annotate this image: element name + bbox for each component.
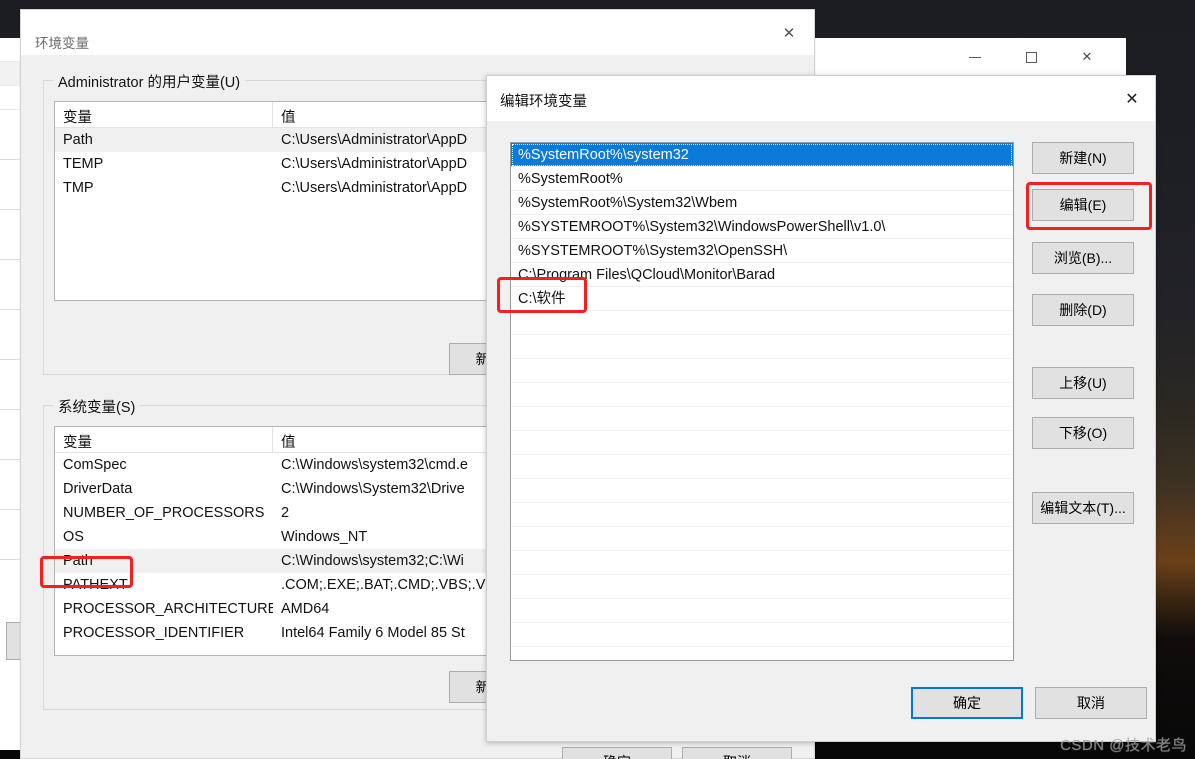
edit-titlebar: 编辑环境变量 ✕ [487, 76, 1155, 121]
list-item-empty[interactable] [511, 359, 1013, 383]
new-button[interactable]: 新建(N) [1032, 142, 1134, 174]
list-item-empty[interactable] [511, 335, 1013, 359]
list-item-empty[interactable] [511, 311, 1013, 335]
list-item[interactable]: C:\Program Files\QCloud\Monitor\Barad [511, 263, 1013, 287]
edit-dialog-title: 编辑环境变量 [500, 94, 587, 110]
list-item[interactable]: %SystemRoot%\System32\Wbem [511, 191, 1013, 215]
edit-environment-variable-dialog: 编辑环境变量 ✕ %SystemRoot%\system32 %SystemRo… [486, 75, 1156, 742]
list-item-empty[interactable] [511, 599, 1013, 623]
list-item-empty[interactable] [511, 503, 1013, 527]
list-item-empty[interactable] [511, 455, 1013, 479]
background-window-right: ✕ [812, 38, 1126, 76]
envvar-titlebar: 环境变量 ✕ [21, 10, 814, 55]
browse-button[interactable]: 浏览(B)... [1032, 242, 1134, 274]
move-down-button[interactable]: 下移(O) [1032, 417, 1134, 449]
list-item-empty[interactable] [511, 623, 1013, 647]
list-item[interactable]: %SYSTEMROOT%\System32\WindowsPowerShell\… [511, 215, 1013, 239]
variable-name: DriverData [63, 481, 133, 497]
envvar-cancel-button[interactable]: 取消 [682, 747, 792, 759]
list-item-empty[interactable] [511, 407, 1013, 431]
column-header-variable[interactable]: 变量 [55, 427, 273, 452]
list-item[interactable]: %SYSTEMROOT%\System32\OpenSSH\ [511, 239, 1013, 263]
envvar-dialog-title: 环境变量 [35, 36, 89, 51]
list-item-empty[interactable] [511, 527, 1013, 551]
variable-name: Path [63, 132, 93, 148]
path-entries-listbox[interactable]: %SystemRoot%\system32 %SystemRoot% %Syst… [510, 142, 1014, 661]
list-item-empty[interactable] [511, 575, 1013, 599]
variable-name: NUMBER_OF_PROCESSORS [63, 505, 265, 521]
variable-name: PROCESSOR_IDENTIFIER [63, 625, 245, 641]
edit-text-button[interactable]: 编辑文本(T)... [1032, 492, 1134, 524]
edit-button[interactable]: 编辑(E) [1032, 189, 1134, 221]
list-item-empty[interactable] [511, 431, 1013, 455]
edit-ok-button[interactable]: 确定 [911, 687, 1023, 719]
variable-name: TMP [63, 180, 94, 196]
delete-button[interactable]: 删除(D) [1032, 294, 1134, 326]
minimize-icon[interactable] [952, 38, 998, 76]
maximize-icon[interactable] [1008, 38, 1054, 76]
list-item-empty[interactable] [511, 383, 1013, 407]
envvar-ok-button[interactable]: 确定 [562, 747, 672, 759]
variable-name: PROCESSOR_ARCHITECTURE [63, 601, 273, 617]
screen-root: ✕ 环境变量 ✕ Administrator 的用户变量(U) 变量 值 Pat… [0, 0, 1195, 759]
move-up-button[interactable]: 上移(U) [1032, 367, 1134, 399]
variable-name: TEMP [63, 156, 104, 172]
variable-name: PATHEXT [63, 577, 128, 593]
edit-cancel-button[interactable]: 取消 [1035, 687, 1147, 719]
column-header-variable[interactable]: 变量 [55, 102, 273, 127]
system-variables-label: 系统变量(S) [53, 396, 141, 417]
close-icon[interactable]: ✕ [1064, 38, 1110, 76]
list-item[interactable]: %SystemRoot%\system32 [511, 143, 1013, 167]
close-icon[interactable]: ✕ [1109, 76, 1155, 121]
close-icon[interactable]: ✕ [766, 10, 812, 55]
watermark: CSDN @技术老鸟 [1060, 737, 1187, 754]
variable-name: OS [63, 529, 84, 545]
list-item[interactable]: C:\软件 [511, 287, 1013, 311]
variable-name: Path [63, 553, 93, 569]
user-variables-label: Administrator 的用户变量(U) [53, 71, 246, 92]
list-item-empty[interactable] [511, 479, 1013, 503]
list-item-empty[interactable] [511, 551, 1013, 575]
list-item[interactable]: %SystemRoot% [511, 167, 1013, 191]
variable-name: ComSpec [63, 457, 127, 473]
